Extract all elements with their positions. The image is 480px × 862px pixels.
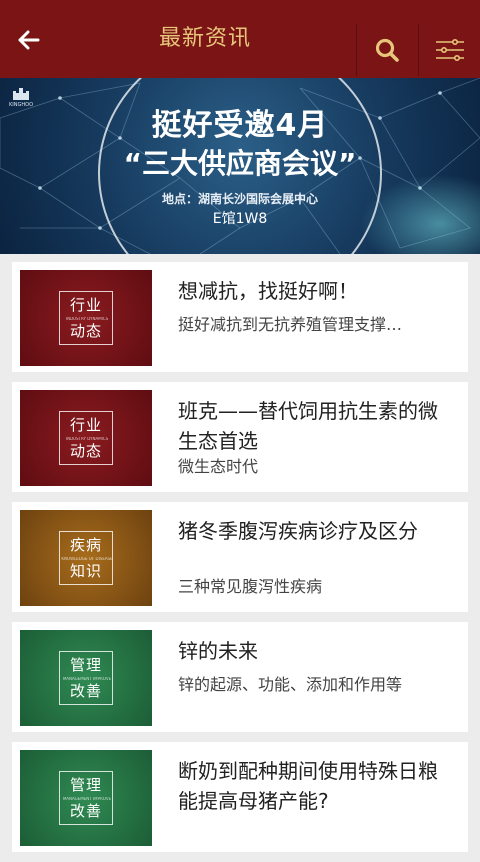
article-card[interactable]: 疾病 KNOWLEDGE OF DISEASE 知识 猪冬季腹泻疾病诊疗及区分 …: [12, 502, 468, 612]
category-badge: 行业 INDUSTRY DYNAMICS 动态: [59, 291, 113, 345]
divider: [418, 24, 419, 76]
article-list: 行业 INDUSTRY DYNAMICS 动态 想减抗，找挺好啊！ 挺好减抗到无…: [12, 262, 468, 862]
category-label-top: 疾病: [69, 536, 102, 554]
category-label-top: 管理: [69, 656, 102, 674]
castle-logo-icon: [13, 88, 29, 100]
banner-subheadline: “三大供应商会议”: [123, 147, 357, 180]
category-label-top: 行业: [69, 296, 102, 314]
category-label-top: 行业: [69, 416, 102, 434]
article-subtitle: 挺好减抗到无抗养殖管理支撑…: [178, 315, 403, 334]
search-button[interactable]: [358, 24, 416, 76]
category-badge: 行业 INDUSTRY DYNAMICS 动态: [59, 411, 113, 465]
article-subtitle: 三种常见腹泻性疾病: [178, 577, 323, 596]
article-thumbnail: 疾病 KNOWLEDGE OF DISEASE 知识: [20, 510, 152, 606]
banner-headline: 挺好受邀4月: [151, 108, 329, 143]
divider: [356, 24, 357, 76]
article-card[interactable]: 行业 INDUSTRY DYNAMICS 动态 想减抗，找挺好啊！ 挺好减抗到无…: [12, 262, 468, 372]
banner-booth: E馆1W8: [212, 211, 268, 227]
article-subtitle: 微生态时代: [178, 457, 259, 476]
article-thumbnail: 管理 MANAGEMENT IMPROVE 改善: [20, 750, 152, 846]
category-label-en: INDUSTRY DYNAMICS: [65, 317, 109, 321]
search-icon: [375, 38, 399, 62]
article-title: 锌的未来: [178, 639, 258, 663]
category-label-bottom: 改善: [69, 682, 102, 700]
category-label-en: MANAGEMENT IMPROVE: [62, 797, 112, 801]
article-card[interactable]: 行业 INDUSTRY DYNAMICS 动态 班克——替代饲用抗生素的微生态首…: [12, 382, 468, 492]
category-label-bottom: 知识: [69, 562, 102, 580]
article-title: 想减抗，找挺好啊！: [178, 279, 358, 303]
category-label-top: 管理: [69, 776, 102, 794]
category-badge: 疾病 KNOWLEDGE OF DISEASE 知识: [59, 531, 113, 585]
category-label-en: KNOWLEDGE OF DISEASE: [61, 557, 113, 561]
article-thumbnail: 行业 INDUSTRY DYNAMICS 动态: [20, 390, 152, 486]
filter-menu-button[interactable]: [420, 24, 480, 76]
category-label-bottom: 改善: [69, 802, 102, 820]
category-badge: 管理 MANAGEMENT IMPROVE 改善: [59, 651, 113, 705]
top-bar: 最新资讯: [0, 0, 480, 78]
promo-banner[interactable]: KINGHOO 挺好受邀4月 “三大供应商会议” 地点：湖南长沙国际会展中心 E…: [0, 78, 480, 254]
filter-menu-icon: [436, 39, 464, 61]
category-label-en: INDUSTRY DYNAMICS: [65, 437, 109, 441]
category-label-en: MANAGEMENT IMPROVE: [62, 677, 112, 681]
article-subtitle: 锌的起源、功能、添加和作用等: [178, 675, 403, 694]
page-title: 最新资讯: [158, 26, 251, 51]
article-title: 断奶到配种期间使用特殊日粮能提高母猪产能?: [178, 759, 438, 813]
article-title: 班克——替代饲用抗生素的微生态首选: [178, 399, 438, 453]
article-thumbnail: 行业 INDUSTRY DYNAMICS 动态: [20, 270, 152, 366]
article-thumbnail: 管理 MANAGEMENT IMPROVE 改善: [20, 630, 152, 726]
category-label-bottom: 动态: [69, 442, 102, 460]
article-card[interactable]: 管理 MANAGEMENT IMPROVE 改善 断奶到配种期间使用特殊日粮能提…: [12, 742, 468, 852]
article-title: 猪冬季腹泻疾病诊疗及区分: [178, 519, 418, 543]
category-badge: 管理 MANAGEMENT IMPROVE 改善: [59, 771, 113, 825]
banner-location: 地点：湖南长沙国际会展中心: [161, 192, 318, 206]
category-label-bottom: 动态: [69, 322, 102, 340]
article-card[interactable]: 管理 MANAGEMENT IMPROVE 改善 锌的未来 锌的起源、功能、添加…: [12, 622, 468, 732]
